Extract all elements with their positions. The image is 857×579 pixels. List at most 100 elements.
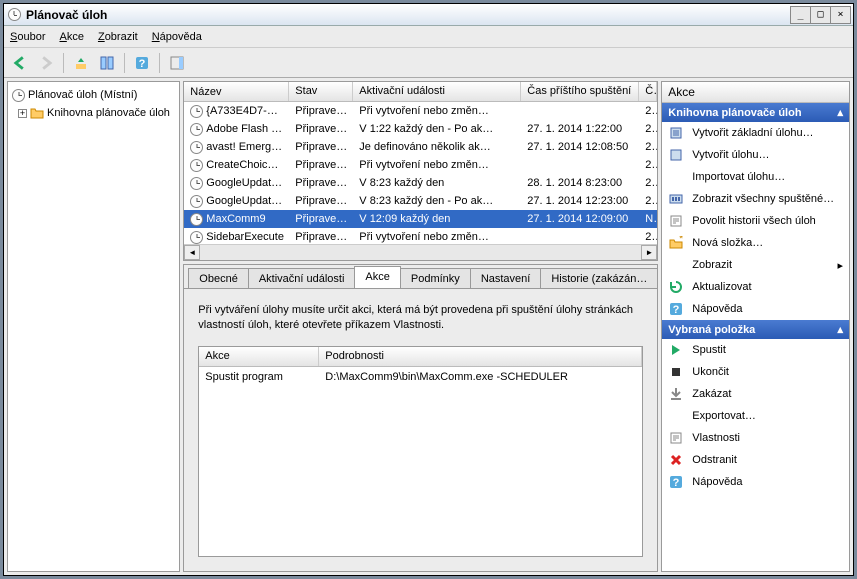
section-selected[interactable]: Vybraná položka▴ — [662, 320, 849, 339]
action-pane-button[interactable] — [165, 51, 189, 75]
collapse-icon: ▴ — [837, 323, 843, 336]
task-row[interactable]: CreateChoic…PřipravenoPři vytvoření nebo… — [184, 156, 657, 174]
action-item[interactable]: Vlastnosti — [662, 427, 849, 449]
action-icon: ? — [668, 474, 684, 490]
menu-view[interactable]: Zobrazit — [98, 31, 138, 43]
action-item[interactable]: Zobrazit▸ — [662, 254, 849, 276]
window-title: Plánovač úloh — [26, 8, 791, 22]
col-next[interactable]: Čas příštího spuštění — [521, 82, 639, 101]
action-icon — [668, 169, 684, 185]
task-icon — [190, 195, 203, 208]
action-item[interactable]: *Nová složka… — [662, 232, 849, 254]
expand-icon[interactable]: + — [18, 109, 27, 118]
scroll-left[interactable]: ◄ — [184, 245, 200, 260]
close-button[interactable]: × — [830, 6, 851, 24]
action-item[interactable]: Exportovat… — [662, 405, 849, 427]
pane-toggle-button[interactable] — [95, 51, 119, 75]
action-icon — [668, 386, 684, 402]
col-last[interactable]: Č… — [639, 82, 657, 101]
svg-text:?: ? — [673, 477, 680, 489]
actions-hdr-action[interactable]: Akce — [199, 347, 319, 366]
task-icon — [190, 231, 203, 244]
tab-settings[interactable]: Nastavení — [470, 268, 542, 288]
svg-text:?: ? — [139, 58, 146, 70]
action-item[interactable]: Vytvořit základní úlohu… — [662, 122, 849, 144]
h-scrollbar[interactable]: ◄ ► — [184, 244, 657, 260]
action-item[interactable]: Povolit historii všech úloh — [662, 210, 849, 232]
tree-root[interactable]: Plánovač úloh (Místní) — [12, 86, 175, 104]
action-icon: ? — [668, 301, 684, 317]
action-icon — [668, 257, 684, 273]
menu-help[interactable]: Nápověda — [152, 31, 202, 43]
action-item[interactable]: ?Nápověda — [662, 471, 849, 493]
back-button[interactable] — [8, 51, 32, 75]
tab-general[interactable]: Obecné — [188, 268, 249, 288]
task-icon — [190, 177, 203, 190]
list-body: {A733E4D7-…PřipravenoPři vytvoření nebo … — [184, 102, 657, 244]
actions-table: Akce Podrobnosti Spustit program D:\MaxC… — [198, 346, 643, 557]
section-library[interactable]: Knihovna plánovače úloh▴ — [662, 103, 849, 122]
action-icon — [668, 213, 684, 229]
svg-text:*: * — [679, 236, 683, 245]
scroll-right[interactable]: ► — [641, 245, 657, 260]
action-icon — [668, 125, 684, 141]
action-row[interactable]: Spustit program D:\MaxComm9\bin\MaxComm.… — [199, 367, 642, 387]
action-icon — [668, 430, 684, 446]
task-row[interactable]: {A733E4D7-…PřipravenoPři vytvoření nebo … — [184, 102, 657, 120]
menu-action[interactable]: Akce — [59, 31, 83, 43]
task-row[interactable]: Adobe Flash …PřipravenoV 1:22 každý den … — [184, 120, 657, 138]
action-icon — [668, 364, 684, 380]
tab-triggers[interactable]: Aktivační události — [248, 268, 356, 288]
main-window: Plánovač úloh _ □ × Soubor Akce Zobrazit… — [3, 3, 854, 576]
tree-library[interactable]: + Knihovna plánovače úloh — [12, 104, 175, 122]
menubar: Soubor Akce Zobrazit Nápověda — [4, 26, 853, 48]
collapse-icon: ▴ — [837, 106, 843, 119]
up-button[interactable] — [69, 51, 93, 75]
action-item[interactable]: Aktualizovat — [662, 276, 849, 298]
toolbar: ? — [4, 48, 853, 78]
action-item[interactable]: Zobrazit všechny spuštěné… — [662, 188, 849, 210]
action-item[interactable]: Spustit — [662, 339, 849, 361]
task-row[interactable]: avast! Emerg…PřipravenoJe definováno něk… — [184, 138, 657, 156]
task-list-panel: Název Stav Aktivační události Čas příští… — [183, 81, 658, 261]
minimize-button[interactable]: _ — [790, 6, 811, 24]
task-icon — [190, 159, 203, 172]
tab-history[interactable]: Historie (zakázán… — [540, 268, 658, 288]
maximize-button[interactable]: □ — [810, 6, 831, 24]
action-item[interactable]: Odstranit — [662, 449, 849, 471]
task-row[interactable]: GoogleUpdat…PřipravenoV 8:23 každý den28… — [184, 174, 657, 192]
task-row[interactable]: GoogleUpdat…PřipravenoV 8:23 každý den -… — [184, 192, 657, 210]
action-icon: * — [668, 235, 684, 251]
folder-icon — [30, 106, 44, 120]
tabstrip: Obecné Aktivační události Akce Podmínky … — [184, 265, 657, 289]
actions-hdr-detail[interactable]: Podrobnosti — [319, 347, 642, 366]
task-icon — [190, 213, 203, 226]
help-button[interactable]: ? — [130, 51, 154, 75]
action-icon — [668, 452, 684, 468]
tab-actions[interactable]: Akce — [354, 266, 400, 288]
action-item[interactable]: Ukončit — [662, 361, 849, 383]
action-item[interactable]: Vytvořit úlohu… — [662, 144, 849, 166]
tree-panel: Plánovač úloh (Místní) + Knihovna plánov… — [7, 81, 180, 572]
svg-text:?: ? — [673, 304, 680, 316]
menu-file[interactable]: Soubor — [10, 31, 45, 43]
action-icon — [668, 342, 684, 358]
app-icon — [6, 7, 22, 23]
forward-button[interactable] — [34, 51, 58, 75]
tab-conditions[interactable]: Podmínky — [400, 268, 471, 288]
titlebar: Plánovač úloh _ □ × — [4, 4, 853, 26]
tab-description: Při vytváření úlohy musíte určit akci, k… — [198, 303, 643, 334]
action-icon — [668, 408, 684, 424]
detail-panel: Obecné Aktivační události Akce Podmínky … — [183, 264, 658, 572]
task-row[interactable]: MaxComm9PřipravenoV 12:09 každý den27. 1… — [184, 210, 657, 228]
action-item[interactable]: Zakázat — [662, 383, 849, 405]
actions-title: Akce — [662, 82, 849, 103]
col-triggers[interactable]: Aktivační události — [353, 82, 521, 101]
action-item[interactable]: Importovat úlohu… — [662, 166, 849, 188]
col-state[interactable]: Stav — [289, 82, 353, 101]
scheduler-icon — [12, 89, 25, 102]
task-row[interactable]: SidebarExecutePřipravenoPři vytvoření ne… — [184, 228, 657, 244]
col-name[interactable]: Název — [184, 82, 289, 101]
action-item[interactable]: ?Nápověda — [662, 298, 849, 320]
task-icon — [190, 141, 203, 154]
